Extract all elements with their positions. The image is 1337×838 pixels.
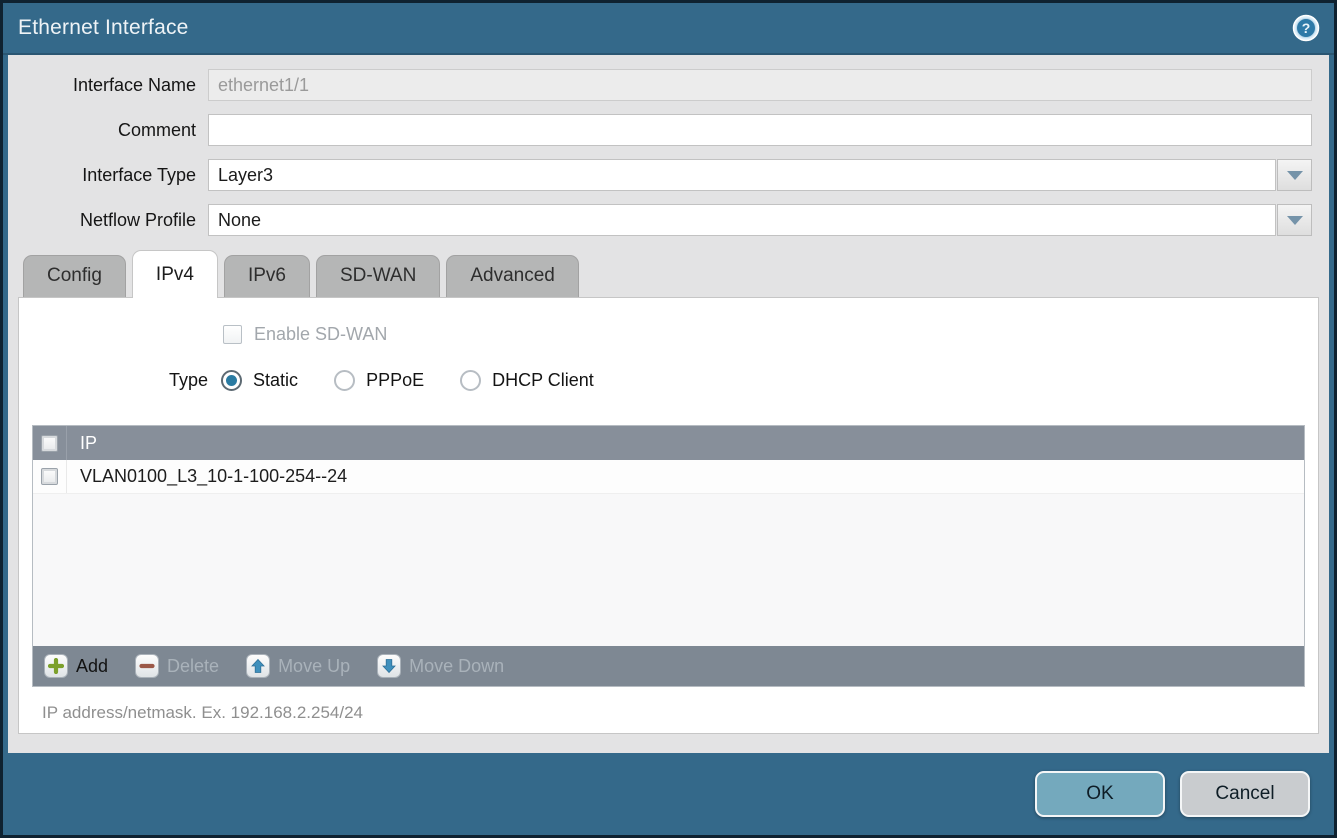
cancel-button[interactable]: Cancel bbox=[1180, 771, 1310, 817]
tab-bar: Config IPv4 IPv6 SD-WAN Advanced bbox=[8, 249, 1329, 297]
minus-icon bbox=[135, 654, 159, 678]
interface-name-label: Interface Name bbox=[8, 75, 208, 96]
radio-pppoe[interactable]: PPPoE bbox=[334, 370, 424, 391]
help-icon[interactable]: ? bbox=[1292, 14, 1320, 42]
interface-type-label: Interface Type bbox=[8, 165, 208, 186]
interface-type-select[interactable] bbox=[208, 159, 1276, 191]
tab-config[interactable]: Config bbox=[23, 255, 126, 297]
radio-dhcp-client[interactable]: DHCP Client bbox=[460, 370, 594, 391]
radio-static[interactable]: Static bbox=[221, 370, 298, 391]
dialog-titlebar: Ethernet Interface ? bbox=[3, 3, 1334, 55]
plus-icon bbox=[44, 654, 68, 678]
form-row-comment: Comment bbox=[8, 114, 1329, 146]
select-all-checkbox[interactable] bbox=[41, 435, 58, 452]
arrow-down-icon bbox=[377, 654, 401, 678]
delete-button[interactable]: Delete bbox=[135, 654, 219, 678]
move-up-button[interactable]: Move Up bbox=[246, 654, 350, 678]
move-up-button-label: Move Up bbox=[278, 656, 350, 677]
netflow-profile-label: Netflow Profile bbox=[8, 210, 208, 231]
radio-button-icon bbox=[221, 370, 242, 391]
add-button[interactable]: Add bbox=[44, 654, 108, 678]
chevron-down-icon bbox=[1287, 216, 1303, 225]
dialog-title: Ethernet Interface bbox=[18, 16, 189, 40]
ok-button[interactable]: OK bbox=[1035, 771, 1165, 817]
move-down-button-label: Move Down bbox=[409, 656, 504, 677]
ethernet-interface-dialog: Ethernet Interface ? Interface Name Comm… bbox=[0, 0, 1337, 838]
radio-button-icon bbox=[460, 370, 481, 391]
tab-ipv4[interactable]: IPv4 bbox=[132, 250, 218, 298]
form-row-netflow-profile: Netflow Profile bbox=[8, 204, 1329, 236]
enable-sdwan-label: Enable SD-WAN bbox=[254, 324, 387, 345]
ipv4-tab-panel: Enable SD-WAN Type Static PPPoE DHCP Cli… bbox=[18, 297, 1319, 734]
add-button-label: Add bbox=[76, 656, 108, 677]
enable-sdwan-checkbox[interactable] bbox=[223, 325, 242, 344]
svg-text:?: ? bbox=[1302, 20, 1311, 36]
type-radio-group: Type Static PPPoE DHCP Client bbox=[19, 370, 1318, 391]
comment-label: Comment bbox=[8, 120, 208, 141]
form-row-interface-name: Interface Name bbox=[8, 69, 1329, 101]
row-ip-value: VLAN0100_L3_10-1-100-254--24 bbox=[67, 466, 347, 487]
enable-sdwan-row: Enable SD-WAN bbox=[19, 298, 1318, 345]
delete-button-label: Delete bbox=[167, 656, 219, 677]
radio-pppoe-label: PPPoE bbox=[366, 370, 424, 391]
row-checkbox[interactable] bbox=[41, 468, 58, 485]
tab-sdwan[interactable]: SD-WAN bbox=[316, 255, 440, 297]
radio-button-icon bbox=[334, 370, 355, 391]
netflow-profile-dropdown-button[interactable] bbox=[1277, 204, 1312, 236]
ip-table: IP VLAN0100_L3_10-1-100-254--24 Add bbox=[32, 425, 1305, 687]
table-toolbar: Add Delete Move Up bbox=[33, 646, 1304, 686]
chevron-down-icon bbox=[1287, 171, 1303, 180]
row-checkbox-cell bbox=[33, 460, 67, 493]
table-empty-area bbox=[33, 494, 1304, 646]
tab-advanced[interactable]: Advanced bbox=[446, 255, 579, 297]
ip-table-header: IP bbox=[33, 426, 1304, 460]
netflow-profile-select[interactable] bbox=[208, 204, 1276, 236]
tab-ipv6[interactable]: IPv6 bbox=[224, 255, 310, 297]
move-down-button[interactable]: Move Down bbox=[377, 654, 504, 678]
interface-name-input bbox=[208, 69, 1312, 101]
interface-type-dropdown-button[interactable] bbox=[1277, 159, 1312, 191]
type-label: Type bbox=[169, 370, 208, 391]
arrow-up-icon bbox=[246, 654, 270, 678]
radio-dhcp-label: DHCP Client bbox=[492, 370, 594, 391]
radio-static-label: Static bbox=[253, 370, 298, 391]
dialog-footer: OK Cancel bbox=[3, 753, 1334, 835]
ip-column-header: IP bbox=[67, 433, 97, 454]
select-all-cell bbox=[33, 426, 67, 460]
dialog-content: Interface Name Comment Interface Type Ne… bbox=[8, 55, 1329, 753]
table-row[interactable]: VLAN0100_L3_10-1-100-254--24 bbox=[33, 460, 1304, 494]
comment-input[interactable] bbox=[208, 114, 1312, 146]
form-row-interface-type: Interface Type bbox=[8, 159, 1329, 191]
ip-format-hint: IP address/netmask. Ex. 192.168.2.254/24 bbox=[42, 703, 1318, 723]
